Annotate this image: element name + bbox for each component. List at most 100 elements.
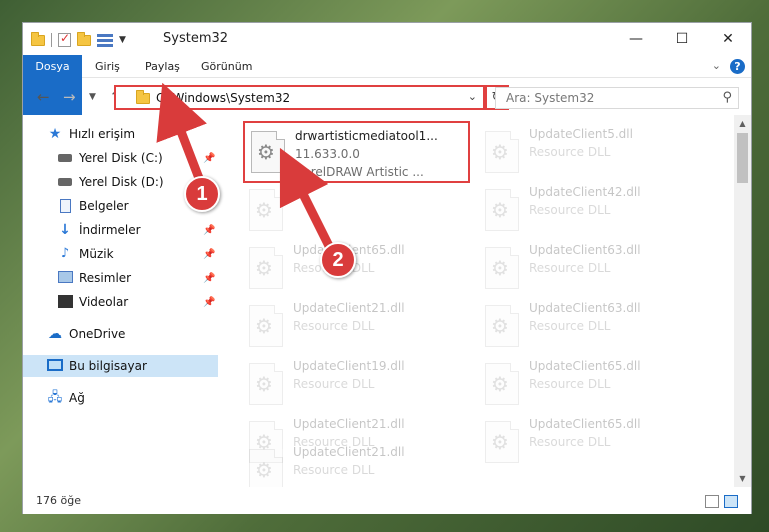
- window-controls: — ☐ ✕: [613, 23, 751, 55]
- dll-file-icon: [485, 421, 519, 463]
- nav-label: Müzik: [79, 247, 114, 261]
- file-description: Resource DLL: [529, 203, 611, 217]
- nav-item-local-disk-c[interactable]: Yerel Disk (C:) 📌: [23, 147, 218, 169]
- tab-view[interactable]: Görünüm: [191, 55, 262, 78]
- file-item[interactable]: UpdateClient21.dll Resource DLL: [243, 439, 473, 487]
- film-icon: [57, 295, 73, 309]
- pin-icon[interactable]: 📌: [203, 297, 215, 308]
- file-name: UpdateClient63.dll: [529, 243, 641, 257]
- minimize-button[interactable]: —: [613, 23, 659, 55]
- forward-arrow-icon[interactable]: →: [63, 88, 76, 106]
- file-item[interactable]: UpdateClient42.dll Resource DLL: [479, 179, 709, 241]
- nav-item-music[interactable]: ♪ Müzik 📌: [23, 243, 218, 265]
- file-item[interactable]: UpdateClient21.dll Resource DLL: [243, 295, 473, 357]
- file-description: Resource DLL: [529, 261, 611, 275]
- address-path[interactable]: C:\Windows\System32: [156, 91, 290, 105]
- ribbon-expand-icon[interactable]: ⌄: [712, 59, 721, 72]
- file-item[interactable]: [243, 179, 473, 241]
- nav-quick-access[interactable]: ★ Hızlı erişim: [23, 123, 218, 145]
- file-item[interactable]: UpdateClient63.dll Resource DLL: [479, 295, 709, 357]
- file-description: Resource DLL: [293, 319, 375, 333]
- file-description: Resource DLL: [529, 435, 611, 449]
- scroll-up-icon[interactable]: ▲: [734, 115, 751, 132]
- picture-icon: [57, 271, 73, 285]
- properties-check-icon[interactable]: [58, 31, 71, 47]
- file-item[interactable]: UpdateClient65.dll Resource DLL: [479, 353, 709, 415]
- search-input[interactable]: Ara: System32 ⚲: [495, 87, 739, 109]
- dll-file-icon: [249, 305, 283, 347]
- file-item[interactable]: UpdateClient65.dll Resource DLL: [479, 411, 709, 473]
- back-arrow-icon[interactable]: ←: [37, 88, 50, 106]
- drive-icon: [57, 175, 73, 189]
- drive-icon: [57, 151, 73, 165]
- pin-icon[interactable]: 📌: [203, 225, 215, 236]
- file-name: UpdateClient65.dll: [529, 417, 641, 431]
- file-item[interactable]: UpdateClient65.dll Resource DLL: [243, 237, 473, 299]
- dll-file-icon: [249, 247, 283, 289]
- file-item[interactable]: UpdateClient5.dll Resource DLL: [479, 121, 709, 183]
- dll-file-icon: [485, 363, 519, 405]
- nav-item-downloads[interactable]: ↓ İndirmeler 📌: [23, 219, 218, 241]
- folder-icon: [136, 90, 150, 104]
- details-view-icon[interactable]: [705, 495, 719, 508]
- nav-label: Videolar: [79, 295, 129, 309]
- search-placeholder: Ara: System32: [506, 91, 595, 105]
- explorer-window: ▼ System32 — ☐ ✕ Dosya Giriş Paylaş Görü…: [22, 22, 752, 514]
- pin-icon[interactable]: 📌: [203, 249, 215, 260]
- network-icon: 🖧: [47, 390, 63, 405]
- window-title: System32: [163, 31, 229, 46]
- scroll-down-icon[interactable]: ▼: [734, 470, 751, 487]
- nav-item-videos[interactable]: Videolar 📌: [23, 291, 218, 313]
- pin-icon[interactable]: 📌: [203, 273, 215, 284]
- large-icons-view-icon[interactable]: [724, 495, 738, 508]
- file-name: UpdateClient5.dll: [529, 127, 633, 141]
- nav-item-pictures[interactable]: Resimler 📌: [23, 267, 218, 289]
- nav-onedrive[interactable]: ☁ OneDrive: [23, 323, 218, 345]
- step-1-badge: 1: [184, 176, 220, 212]
- file-description: Resource DLL: [529, 377, 611, 391]
- dll-file-icon: [249, 449, 283, 487]
- address-row: ← → ▼ ↑ C:\Windows\System32 ⌄ ↻ Ara: Sys…: [23, 79, 751, 115]
- recent-locations-chevron-icon[interactable]: ▼: [89, 92, 96, 102]
- nav-network[interactable]: 🖧 Ağ: [23, 387, 218, 409]
- title-bar: ▼ System32 — ☐ ✕: [23, 23, 751, 55]
- new-folder-icon[interactable]: [77, 31, 91, 46]
- tab-home[interactable]: Giriş: [85, 55, 130, 78]
- maximize-button[interactable]: ☐: [659, 23, 705, 55]
- customize-toolbar-icon[interactable]: [97, 33, 113, 47]
- file-item-highlighted[interactable]: drwartisticmediatool1... 11.633.0.0 Core…: [243, 121, 470, 183]
- dll-file-icon: [485, 189, 519, 231]
- dll-file-icon: [249, 363, 283, 405]
- nav-this-pc[interactable]: Bu bilgisayar: [23, 355, 218, 377]
- file-item[interactable]: UpdateClient63.dll Resource DLL: [479, 237, 709, 299]
- quick-access-toolbar: ▼: [31, 31, 126, 49]
- document-icon: [57, 199, 73, 213]
- help-icon[interactable]: ?: [730, 59, 745, 74]
- file-name: drwartisticmediatool1...: [295, 129, 438, 143]
- file-description: Resource DLL: [293, 463, 375, 477]
- file-name: UpdateClient63.dll: [529, 301, 641, 315]
- dll-file-icon: [251, 131, 285, 173]
- vertical-scrollbar[interactable]: ▲ ▼: [734, 115, 751, 487]
- file-description: CorelDRAW Artistic ...: [295, 165, 424, 179]
- file-description: Resource DLL: [293, 377, 375, 391]
- address-bar[interactable]: C:\Windows\System32 ⌄: [114, 85, 485, 110]
- file-name: UpdateClient65.dll: [529, 359, 641, 373]
- file-name: UpdateClient19.dll: [293, 359, 405, 373]
- chevron-down-icon[interactable]: ▼: [119, 35, 126, 45]
- search-icon[interactable]: ⚲: [722, 90, 732, 105]
- nav-label: Bu bilgisayar: [69, 359, 147, 373]
- pin-icon[interactable]: 📌: [203, 153, 215, 164]
- scroll-thumb[interactable]: [737, 133, 748, 183]
- file-name: UpdateClient21.dll: [293, 417, 405, 431]
- tab-share[interactable]: Paylaş: [135, 55, 190, 78]
- cloud-icon: ☁: [48, 326, 62, 342]
- close-button[interactable]: ✕: [705, 23, 751, 55]
- chevron-down-icon[interactable]: ⌄: [468, 90, 477, 103]
- file-item[interactable]: UpdateClient19.dll Resource DLL: [243, 353, 473, 415]
- file-description: Resource DLL: [529, 145, 611, 159]
- star-icon: ★: [48, 126, 62, 142]
- nav-label: Resimler: [79, 271, 132, 285]
- nav-label: Ağ: [69, 391, 85, 405]
- item-count: 176 öğe: [36, 494, 81, 507]
